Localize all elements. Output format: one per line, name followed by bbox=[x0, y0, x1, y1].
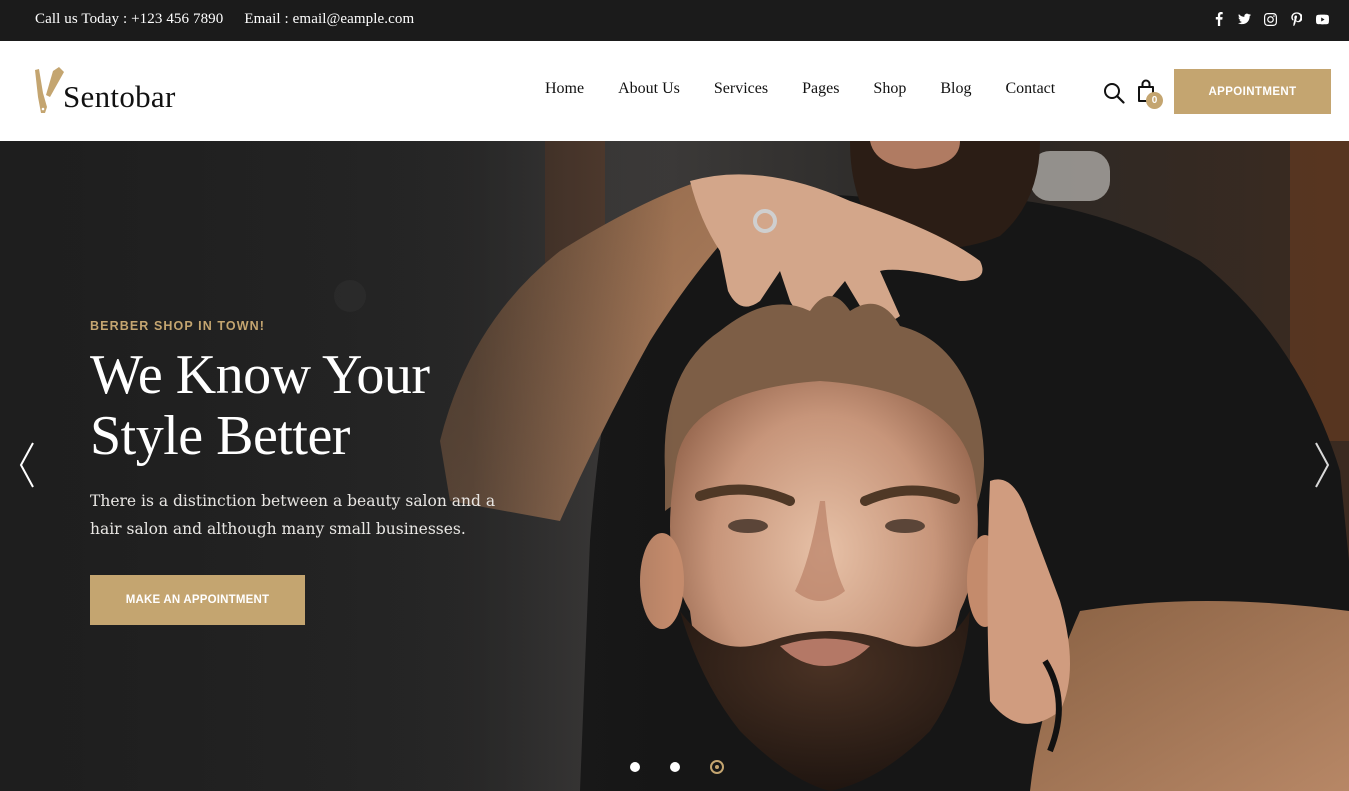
nav-contact[interactable]: Contact bbox=[1005, 80, 1055, 98]
slider-dot-3-active[interactable] bbox=[710, 760, 724, 774]
social-links bbox=[1212, 10, 1329, 28]
instagram-icon[interactable] bbox=[1264, 10, 1277, 28]
main-nav: Home About Us Services Pages Shop Blog C… bbox=[545, 80, 1055, 98]
make-appointment-button[interactable]: MAKE AN APPOINTMENT bbox=[90, 575, 305, 625]
nav-services[interactable]: Services bbox=[714, 80, 768, 98]
appointment-button[interactable]: APPOINTMENT bbox=[1174, 69, 1331, 114]
slider-dot-2[interactable] bbox=[670, 762, 680, 772]
nav-pages[interactable]: Pages bbox=[802, 80, 839, 98]
nav-home[interactable]: Home bbox=[545, 80, 584, 98]
site-logo[interactable]: Sentobar bbox=[33, 67, 176, 115]
pinterest-icon[interactable] bbox=[1290, 10, 1303, 28]
cart-count-badge: 0 bbox=[1146, 92, 1163, 109]
slider-pagination bbox=[630, 760, 724, 774]
contact-info: Call us Today : +123 456 7890 Email : em… bbox=[35, 11, 414, 28]
slider-dot-1[interactable] bbox=[630, 762, 640, 772]
hero-kicker: BERBER SHOP IN TOWN! bbox=[90, 319, 266, 333]
twitter-icon[interactable] bbox=[1238, 10, 1251, 28]
facebook-icon[interactable] bbox=[1212, 10, 1225, 28]
hero-title: We Know Your Style Better bbox=[90, 345, 520, 467]
hero-content: BERBER SHOP IN TOWN! We Know Your Style … bbox=[90, 319, 520, 625]
main-header: Sentobar Home About Us Services Pages Sh… bbox=[0, 41, 1349, 141]
nav-blog[interactable]: Blog bbox=[940, 80, 971, 98]
nav-about-us[interactable]: About Us bbox=[618, 80, 680, 98]
razor-logo-icon bbox=[33, 67, 64, 115]
slider-prev-arrow-icon[interactable] bbox=[18, 441, 38, 489]
hero-title-line-1: We Know Your bbox=[90, 344, 430, 406]
brand-name: Sentobar bbox=[63, 79, 176, 114]
cart-button[interactable]: 0 bbox=[1136, 79, 1164, 109]
slider-next-arrow-icon[interactable] bbox=[1311, 441, 1331, 489]
hero-title-line-2: Style Better bbox=[90, 405, 350, 467]
hero-slider: BERBER SHOP IN TOWN! We Know Your Style … bbox=[0, 141, 1349, 791]
email-text[interactable]: Email : email@eample.com bbox=[244, 11, 414, 28]
search-icon[interactable] bbox=[1103, 82, 1125, 104]
phone-text[interactable]: Call us Today : +123 456 7890 bbox=[35, 11, 223, 28]
nav-shop[interactable]: Shop bbox=[873, 80, 906, 98]
hero-description: There is a distinction between a beauty … bbox=[90, 492, 496, 538]
youtube-icon[interactable] bbox=[1316, 10, 1329, 28]
top-bar: Call us Today : +123 456 7890 Email : em… bbox=[0, 0, 1349, 41]
